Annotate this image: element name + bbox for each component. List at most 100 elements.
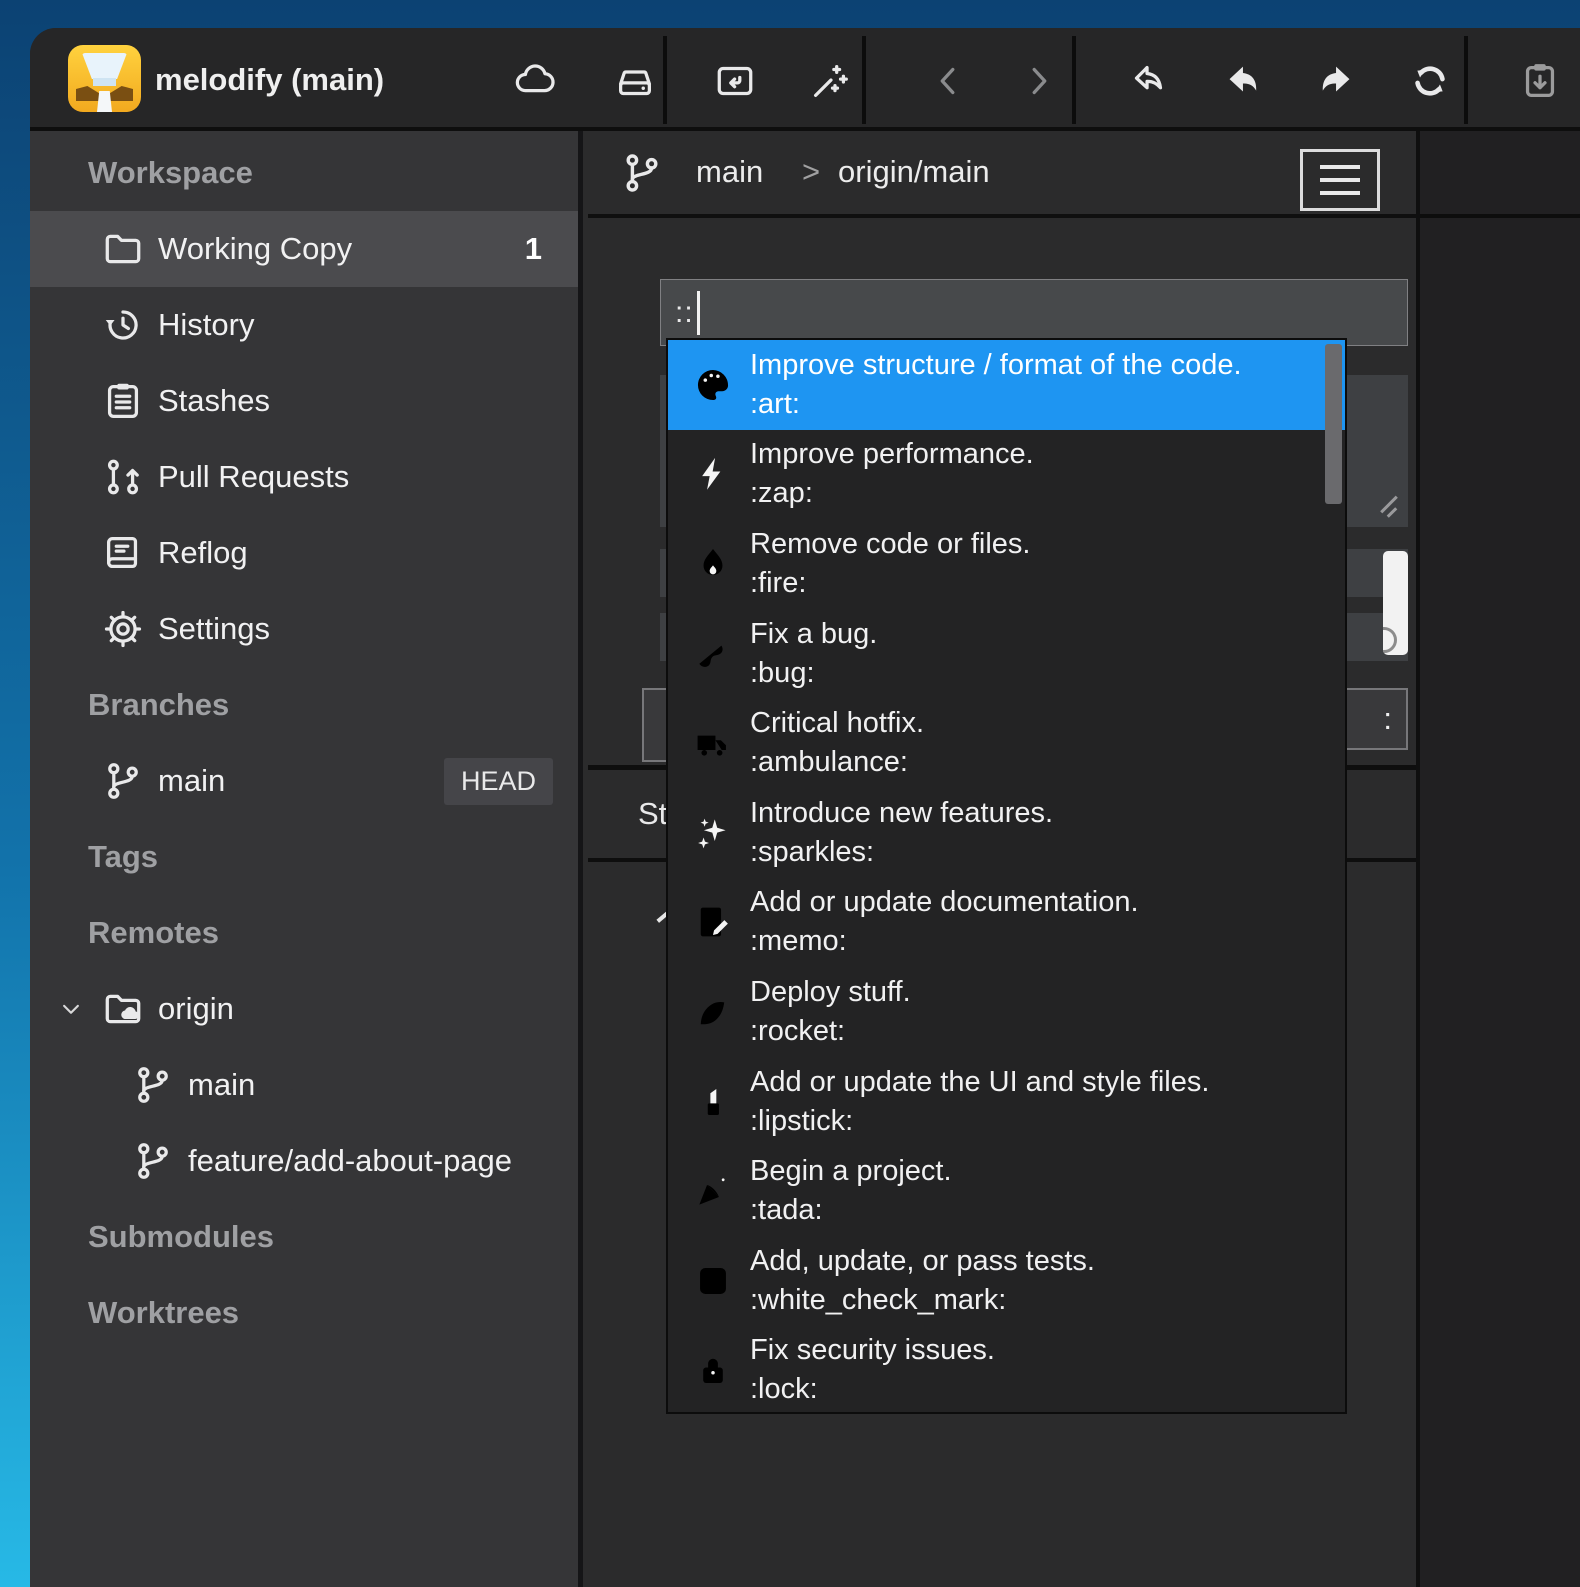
magic-wand-icon[interactable] (807, 58, 853, 104)
panel-menu-button[interactable] (1300, 149, 1380, 211)
sidebar-item-origin[interactable]: origin (30, 971, 578, 1047)
sidebar-item-main[interactable]: main HEAD (30, 743, 578, 819)
sidebar-item-main[interactable]: main (30, 1047, 578, 1123)
lock-icon (692, 1349, 734, 1391)
option-text: Improve structure / format of the code.:… (750, 346, 1315, 424)
option-emoji-code: :tada: (750, 1191, 1315, 1230)
option-description: Introduce new features. (750, 794, 1315, 833)
sidebar-item-history[interactable]: History (30, 287, 578, 363)
section-header-label: Remotes (88, 915, 219, 951)
sidebar-item-stashes[interactable]: Stashes (30, 363, 578, 439)
ambulance-icon (692, 722, 734, 764)
section-header-label: Workspace (88, 155, 253, 191)
memo-icon (692, 901, 734, 943)
gitmoji-option-bug[interactable]: Fix a bug.:bug: (668, 609, 1345, 699)
gitmoji-option-lock[interactable]: Fix security issues.:lock: (668, 1326, 1345, 1414)
remote-folder-icon (100, 986, 146, 1032)
gitmoji-option-lipstick[interactable]: Add or update the UI and style files.:li… (668, 1057, 1345, 1147)
option-description: Fix a bug. (750, 615, 1315, 654)
sidebar-item-feature-add-about-page[interactable]: feature/add-about-page (30, 1123, 578, 1199)
dropdown-scrollbar-thumb[interactable] (1325, 344, 1342, 504)
option-emoji-code: :art: (750, 385, 1315, 424)
gitmoji-option-tada[interactable]: Begin a project.:tada: (668, 1146, 1345, 1236)
option-description: Add or update documentation. (750, 883, 1315, 922)
button-label-fragment: : (1383, 701, 1392, 737)
head-badge: HEAD (444, 758, 553, 805)
gitmoji-option-fire[interactable]: Remove code or files.:fire: (668, 519, 1345, 609)
share-arrow-icon[interactable] (1125, 58, 1171, 104)
chevron-right-icon[interactable] (1016, 58, 1062, 104)
drive-icon[interactable] (612, 58, 658, 104)
gitmoji-autocomplete-dropdown: Improve structure / format of the code.:… (666, 338, 1347, 1414)
breadcrumb-tracking-branch[interactable]: origin/main (838, 154, 990, 190)
gitmoji-option-ambulance[interactable]: Critical hotfix.:ambulance: (668, 698, 1345, 788)
gitmoji-option-rocket[interactable]: Deploy stuff.:rocket: (668, 967, 1345, 1057)
gitmoji-option-memo[interactable]: Add or update documentation.:memo: (668, 878, 1345, 968)
option-text: Remove code or files.:fire: (750, 525, 1315, 603)
sidebar: Workspace Working Copy1History Stashes Pull… (30, 131, 583, 1587)
toolbar-divider (1072, 36, 1076, 124)
breadcrumb-current-branch[interactable]: main (696, 154, 763, 190)
option-emoji-code: :memo: (750, 922, 1315, 961)
rocket-icon (692, 991, 734, 1033)
chevron-down-icon[interactable] (56, 994, 86, 1024)
folder-return-icon[interactable] (712, 58, 758, 104)
option-text: Deploy stuff.:rocket: (750, 973, 1315, 1051)
gitmoji-option-sparkles[interactable]: Introduce new features.:sparkles: (668, 788, 1345, 878)
option-description: Add or update the UI and style files. (750, 1063, 1315, 1102)
option-description: Improve structure / format of the code. (750, 346, 1315, 385)
desktop: melodify (main) Workspace Working Copy1Hi… (0, 0, 1580, 1587)
sidebar-section-remotes: Remotes (30, 895, 578, 971)
book-icon (100, 530, 146, 576)
toolbar-divider (862, 36, 866, 124)
bug-icon (692, 633, 734, 675)
undo-arrow-icon[interactable] (1219, 58, 1265, 104)
option-emoji-code: :white_check_mark: (750, 1281, 1315, 1320)
section-header-label: Tags (88, 839, 158, 875)
option-emoji-code: :fire: (750, 564, 1315, 603)
sparkles-icon (692, 812, 734, 854)
option-description: Add, update, or pass tests. (750, 1242, 1315, 1281)
toolbar-divider (1464, 36, 1468, 124)
sidebar-item-reflog[interactable]: Reflog (30, 515, 578, 591)
chevron-left-icon[interactable] (925, 58, 971, 104)
option-text: Improve performance.:zap: (750, 435, 1315, 513)
option-emoji-code: :zap: (750, 474, 1315, 513)
sidebar-item-settings[interactable]: Settings (30, 591, 578, 667)
sidebar-item-label: main (158, 763, 225, 799)
sidebar-section-tags: Tags (30, 819, 578, 895)
option-text: Begin a project.:tada: (750, 1152, 1315, 1230)
option-description: Fix security issues. (750, 1331, 1315, 1370)
section-header-label: Submodules (88, 1219, 274, 1255)
sidebar-item-label: Settings (158, 611, 270, 647)
option-text: Fix a bug.:bug: (750, 615, 1315, 693)
sidebar-item-label: Stashes (158, 383, 270, 419)
section-header-label: Worktrees (88, 1295, 239, 1331)
branch-icon (130, 1062, 176, 1108)
sidebar-item-pull-requests[interactable]: Pull Requests (30, 439, 578, 515)
occluded-white-element (1383, 551, 1408, 655)
gitmoji-option-zap[interactable]: Improve performance.:zap: (668, 430, 1345, 520)
sidebar-item-label: main (188, 1067, 255, 1103)
gitmoji-option-white_check_mark[interactable]: Add, update, or pass tests.:white_check_… (668, 1236, 1345, 1326)
resize-grip[interactable] (1376, 495, 1402, 521)
app-window: melodify (main) Workspace Working Copy1Hi… (30, 28, 1580, 1587)
sidebar-item-working-copy[interactable]: Working Copy1 (30, 211, 578, 287)
option-description: Deploy stuff. (750, 973, 1315, 1012)
cloud-icon[interactable] (512, 58, 558, 104)
redo-arrow-icon[interactable] (1314, 58, 1360, 104)
gitmoji-option-art[interactable]: Improve structure / format of the code.:… (668, 340, 1345, 430)
diff-panel-empty (1420, 131, 1580, 1587)
pull-request-icon (100, 454, 146, 500)
history-icon (100, 302, 146, 348)
text-caret (697, 291, 700, 335)
tada-icon (692, 1170, 734, 1212)
titlebar: melodify (main) (30, 28, 1580, 131)
check-box-icon (692, 1260, 734, 1302)
sync-icon[interactable] (1407, 58, 1453, 104)
palette-icon (692, 364, 734, 406)
option-description: Critical hotfix. (750, 704, 1315, 743)
clipboard-down-icon[interactable] (1517, 58, 1563, 104)
commit-summary-input[interactable]: :: (660, 279, 1408, 346)
breadcrumb-separator: > (802, 154, 820, 190)
